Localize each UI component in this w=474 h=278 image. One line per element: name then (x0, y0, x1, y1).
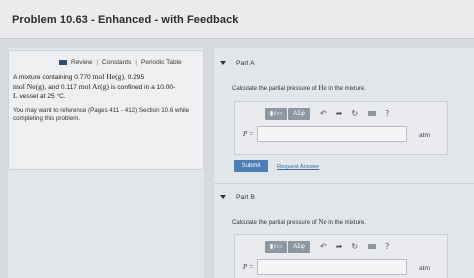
problem-statement: A mixture containing 0.770 mol He(g), 0.… (13, 72, 199, 102)
math-toolbar: ▮√▭ ΑΣφ ↶ ➦ ↻ ? (265, 240, 389, 253)
math-toolbar: ▮√▭ ΑΣφ ↶ ➦ ↻ ? (265, 107, 389, 120)
redo-icon[interactable]: ➦ (336, 242, 343, 251)
part-b-question: Calculate the partial pressure of Ne in … (232, 218, 366, 226)
question-text: Calculate the partial pressure of (232, 86, 319, 92)
undo-icon[interactable]: ↶ (320, 242, 327, 251)
keyboard-icon[interactable] (368, 244, 377, 249)
problem-panel: Review | Constants | Periodic Table A mixtur… (8, 48, 204, 278)
part-a-answer-box: ▮√▭ ΑΣφ ↶ ➦ ↻ ? P = atm (234, 101, 448, 155)
divider (214, 183, 474, 184)
templates-button[interactable]: ▮√▭ (265, 240, 287, 253)
problem-text: vessel at 25 °C. (17, 93, 66, 100)
part-b-header[interactable]: Part B (220, 194, 255, 206)
review-icon (59, 59, 67, 65)
part-a-answer-input[interactable] (257, 126, 407, 142)
header-bar: Problem 10.63 - Enhanced - with Feedback (0, 0, 474, 39)
constants-link[interactable]: Constants (102, 59, 131, 66)
problem-text: , 0.295 (123, 74, 145, 81)
problem-text: , and 0.117 (44, 83, 79, 91)
answer-panel: Part A Calculate the partial pressure of… (214, 48, 474, 278)
page-title: Problem 10.63 - Enhanced - with Feedback (12, 14, 239, 26)
question-text: in the mixture. (326, 86, 366, 92)
pressure-variable-label: P = (243, 130, 254, 138)
problem-text: is confined in a 10.00- (108, 83, 176, 91)
separator: | (135, 59, 137, 66)
problem-text: mol He(g) (92, 72, 124, 81)
part-b-answer-box: ▮√▭ ΑΣφ ↶ ➦ ↻ ? P = atm (234, 234, 448, 278)
reset-icon[interactable]: ↻ (351, 109, 358, 118)
undo-icon[interactable]: ↶ (320, 109, 327, 118)
templates-button[interactable]: ▮√▭ (265, 107, 287, 120)
symbols-button[interactable]: ΑΣφ (288, 107, 310, 120)
redo-icon[interactable]: ➦ (336, 109, 343, 118)
pressure-variable-label: P = (243, 263, 254, 271)
part-a-question: Calculate the partial pressure of He in … (232, 84, 366, 92)
help-icon[interactable]: ? (385, 242, 389, 251)
problem-text: mol Ne(g) (13, 81, 45, 91)
keyboard-icon[interactable] (368, 111, 377, 116)
problem-text: mol Ar(g) (78, 81, 109, 91)
problem-text: A mixture containing 0.770 (13, 74, 93, 81)
chevron-down-icon (220, 195, 226, 200)
part-b-label: Part B (236, 194, 255, 201)
question-text: in the mixture. (326, 220, 366, 226)
submit-button[interactable]: Submit (234, 160, 268, 172)
periodic-table-link[interactable]: Periodic Table (141, 59, 182, 66)
part-a-header[interactable]: Part A (220, 60, 255, 72)
unit-label: atm (419, 132, 430, 139)
question-text: Ne (318, 218, 327, 226)
reference-note: You may want to reference (Pages 411 - 4… (13, 107, 190, 122)
page: Problem 10.63 - Enhanced - with Feedback… (0, 0, 474, 278)
chevron-down-icon (220, 61, 226, 66)
part-a-label: Part A (236, 60, 255, 67)
separator: | (96, 59, 99, 66)
question-text: Calculate the partial pressure of (232, 220, 319, 226)
problem-info-box: Review | Constants | Periodic Table A mixtur… (8, 50, 204, 170)
part-b-answer-input[interactable] (257, 259, 407, 275)
symbols-button[interactable]: ΑΣφ (288, 240, 310, 253)
resource-tools: Review | Constants | Periodic Table (59, 59, 182, 66)
review-link[interactable]: Review (71, 59, 92, 66)
help-icon[interactable]: ? (385, 109, 389, 118)
request-answer-link[interactable]: Request Answer (277, 164, 319, 170)
unit-label: atm (419, 265, 430, 272)
question-text: He (318, 84, 327, 92)
reset-icon[interactable]: ↻ (351, 242, 358, 251)
